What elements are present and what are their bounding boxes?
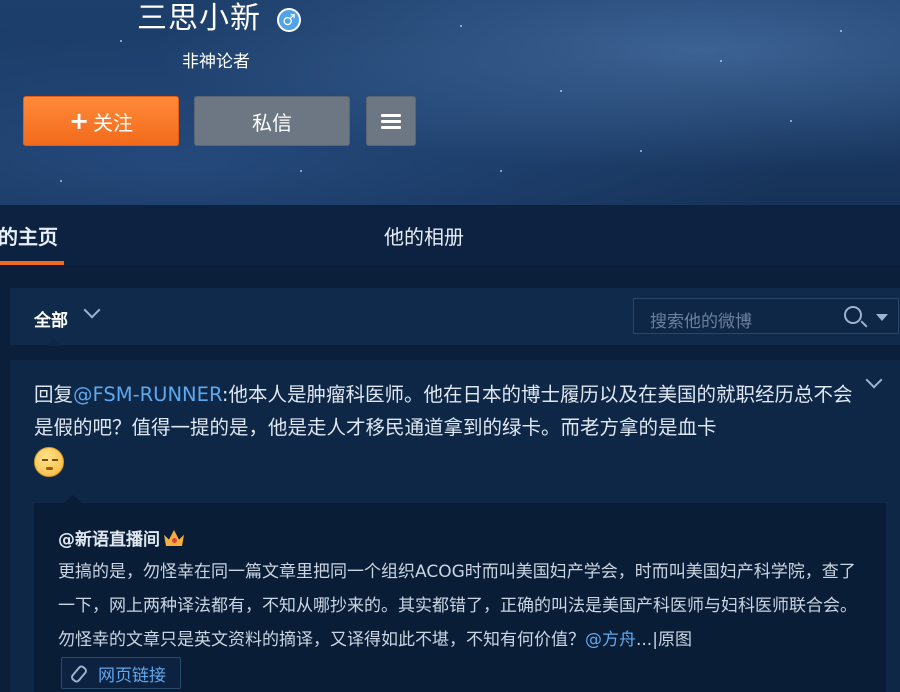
follow-button[interactable]: + 关注 (23, 96, 179, 146)
search-placeholder: 搜索他的微博 (650, 312, 752, 332)
repost-author-name[interactable]: @新语直播间 (58, 530, 160, 550)
caret-down-icon[interactable] (876, 314, 888, 321)
active-tab-indicator (0, 261, 64, 265)
repost-more: ... (636, 630, 653, 650)
male-gender-icon: ♂ (277, 8, 301, 32)
web-link-label: 网页链接 (98, 665, 166, 686)
pointer-arrow (46, 339, 62, 346)
tab-albums[interactable]: 他的相册 (384, 221, 464, 250)
crown-badge-icon (164, 530, 184, 546)
repost-author[interactable]: @新语直播间 (58, 525, 184, 550)
repost-mention-link[interactable]: @方舟 (585, 630, 636, 650)
pointer-arrow (64, 495, 82, 503)
chevron-down-icon[interactable] (83, 301, 101, 319)
paperclip-icon (70, 665, 86, 681)
profile-bio: 非神论者 (182, 52, 250, 72)
mention-link[interactable]: @FSM-RUNNER (73, 383, 222, 406)
profile-cover: 三思小新 ♂ 非神论者 + 关注 私信 (0, 0, 900, 205)
original-image-link[interactable]: 原图 (658, 630, 692, 650)
search-icon[interactable] (844, 306, 862, 324)
post-text: 回复@FSM-RUNNER:他本人是肿瘤科医师。他在日本的博士履历以及在美国的就… (34, 378, 860, 477)
face-emoji-icon (34, 446, 64, 477)
repost-body: 更搞的是，勿怪幸在同一篇文章里把同一个组织ACOG时而叫美国妇产学会，时而叫美国… (58, 562, 857, 650)
tab-home[interactable]: 的主页 (0, 221, 58, 250)
weibo-post-card: 回复@FSM-RUNNER:他本人是肿瘤科医师。他在日本的博士履历以及在美国的就… (10, 360, 900, 692)
filter-dropdown-label[interactable]: 全部 (34, 306, 68, 331)
post-options-chevron-icon[interactable] (865, 371, 883, 389)
profile-tabs: 的主页 他的相册 (0, 205, 900, 265)
follow-label: 关注 (93, 110, 134, 135)
message-label: 私信 (252, 110, 292, 135)
search-input[interactable]: 搜索他的微博 (633, 298, 899, 334)
more-menu-button[interactable] (366, 96, 416, 146)
feed-filter-bar: 全部 搜索他的微博 (10, 288, 900, 346)
reposted-content: @新语直播间 更搞的是，勿怪幸在同一篇文章里把同一个组织ACOG时而叫美国妇产学… (34, 495, 886, 692)
web-link-chip[interactable]: 网页链接 (61, 657, 181, 689)
profile-name: 三思小新 (137, 1, 261, 36)
repost-text: 更搞的是，勿怪幸在同一篇文章里把同一个组织ACOG时而叫美国妇产学会，时而叫美国… (58, 555, 858, 657)
message-button[interactable]: 私信 (194, 96, 350, 146)
plus-icon: + (68, 107, 90, 135)
hamburger-menu-icon (381, 114, 401, 129)
reply-prefix: 回复 (34, 383, 74, 406)
